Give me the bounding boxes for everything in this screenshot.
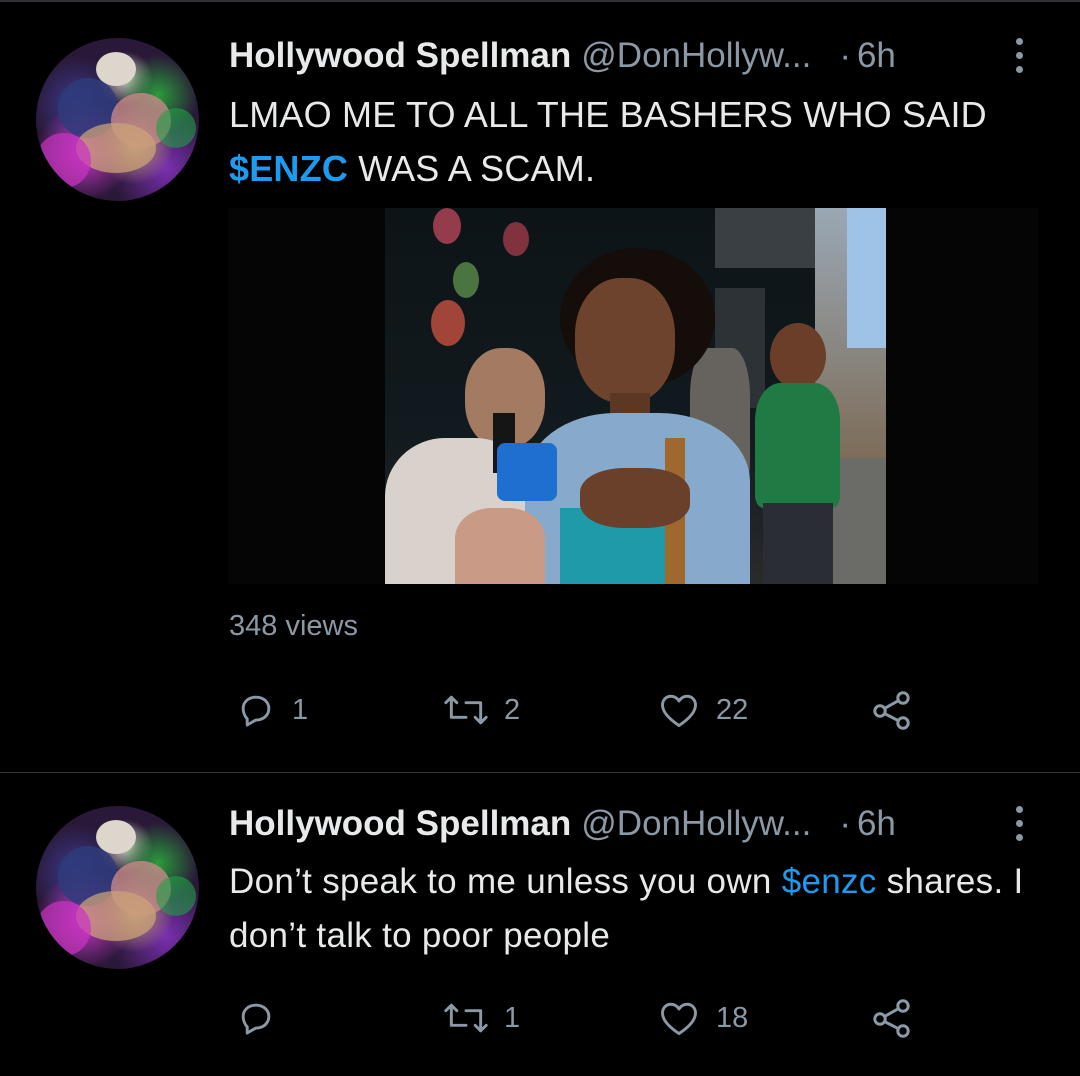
separator-dot: · (839, 804, 851, 843)
tweet[interactable]: Hollywood Spellman @DonHollyw... · 6h LMAO … (0, 2, 1080, 773)
tweet-actions: 1 2 22 (0, 680, 1080, 740)
avatar[interactable] (36, 806, 199, 969)
video-player[interactable] (228, 208, 1038, 584)
view-count: 348 views (229, 610, 358, 642)
share-icon (873, 999, 910, 1038)
retweet-icon (444, 1003, 488, 1033)
tweet-text-part: Don’t speak to me unless you own (229, 862, 782, 901)
reply-icon (241, 1003, 271, 1035)
timestamp[interactable]: 6h (857, 804, 896, 843)
tweet[interactable]: Hollywood Spellman @DonHollyw... · 6h Don’t… (0, 773, 1080, 1076)
reply-button[interactable]: 1 (234, 680, 308, 740)
retweet-count: 2 (504, 694, 521, 726)
display-name[interactable]: Hollywood Spellman (229, 804, 571, 843)
share-button[interactable] (868, 988, 916, 1048)
like-count: 22 (716, 694, 749, 726)
tweet-header: Hollywood Spellman @DonHollyw... · 6h (229, 34, 896, 78)
heart-icon (661, 694, 697, 728)
heart-icon (661, 1002, 697, 1036)
reply-icon (241, 695, 271, 727)
display-name[interactable]: Hollywood Spellman (229, 36, 571, 75)
video-frame (385, 208, 886, 584)
reply-button[interactable] (234, 988, 292, 1048)
share-button[interactable] (868, 680, 916, 740)
cashtag-link[interactable]: $ENZC (229, 148, 348, 189)
tweet-header: Hollywood Spellman @DonHollyw... · 6h (229, 802, 896, 846)
tweet-text: LMAO ME TO ALL THE BASHERS WHO SAID $ENZ… (229, 88, 1049, 196)
avatar[interactable] (36, 38, 199, 201)
retweet-button[interactable]: 2 (442, 680, 520, 740)
cashtag-link[interactable]: $enzc (782, 862, 877, 901)
more-options-icon[interactable] (1012, 34, 1026, 78)
like-count: 18 (716, 1002, 749, 1034)
more-options-icon[interactable] (1012, 802, 1026, 846)
tweet-text-part: LMAO ME TO ALL THE BASHERS WHO SAID (229, 94, 987, 135)
separator-dot: · (839, 36, 851, 75)
user-handle[interactable]: @DonHollyw... (581, 804, 811, 843)
timestamp[interactable]: 6h (857, 36, 896, 75)
share-icon (873, 691, 910, 730)
user-handle[interactable]: @DonHollyw... (581, 36, 811, 75)
retweet-button[interactable]: 1 (442, 988, 520, 1048)
like-button[interactable]: 22 (656, 680, 748, 740)
tweet-text: Don’t speak to me unless you own $enzc s… (229, 855, 1049, 963)
tweet-text-part: WAS A SCAM. (348, 148, 596, 189)
retweet-icon (444, 695, 488, 725)
retweet-count: 1 (504, 1002, 521, 1034)
reply-count: 1 (292, 694, 309, 726)
tweet-actions: 1 18 (0, 988, 1080, 1048)
like-button[interactable]: 18 (656, 988, 748, 1048)
